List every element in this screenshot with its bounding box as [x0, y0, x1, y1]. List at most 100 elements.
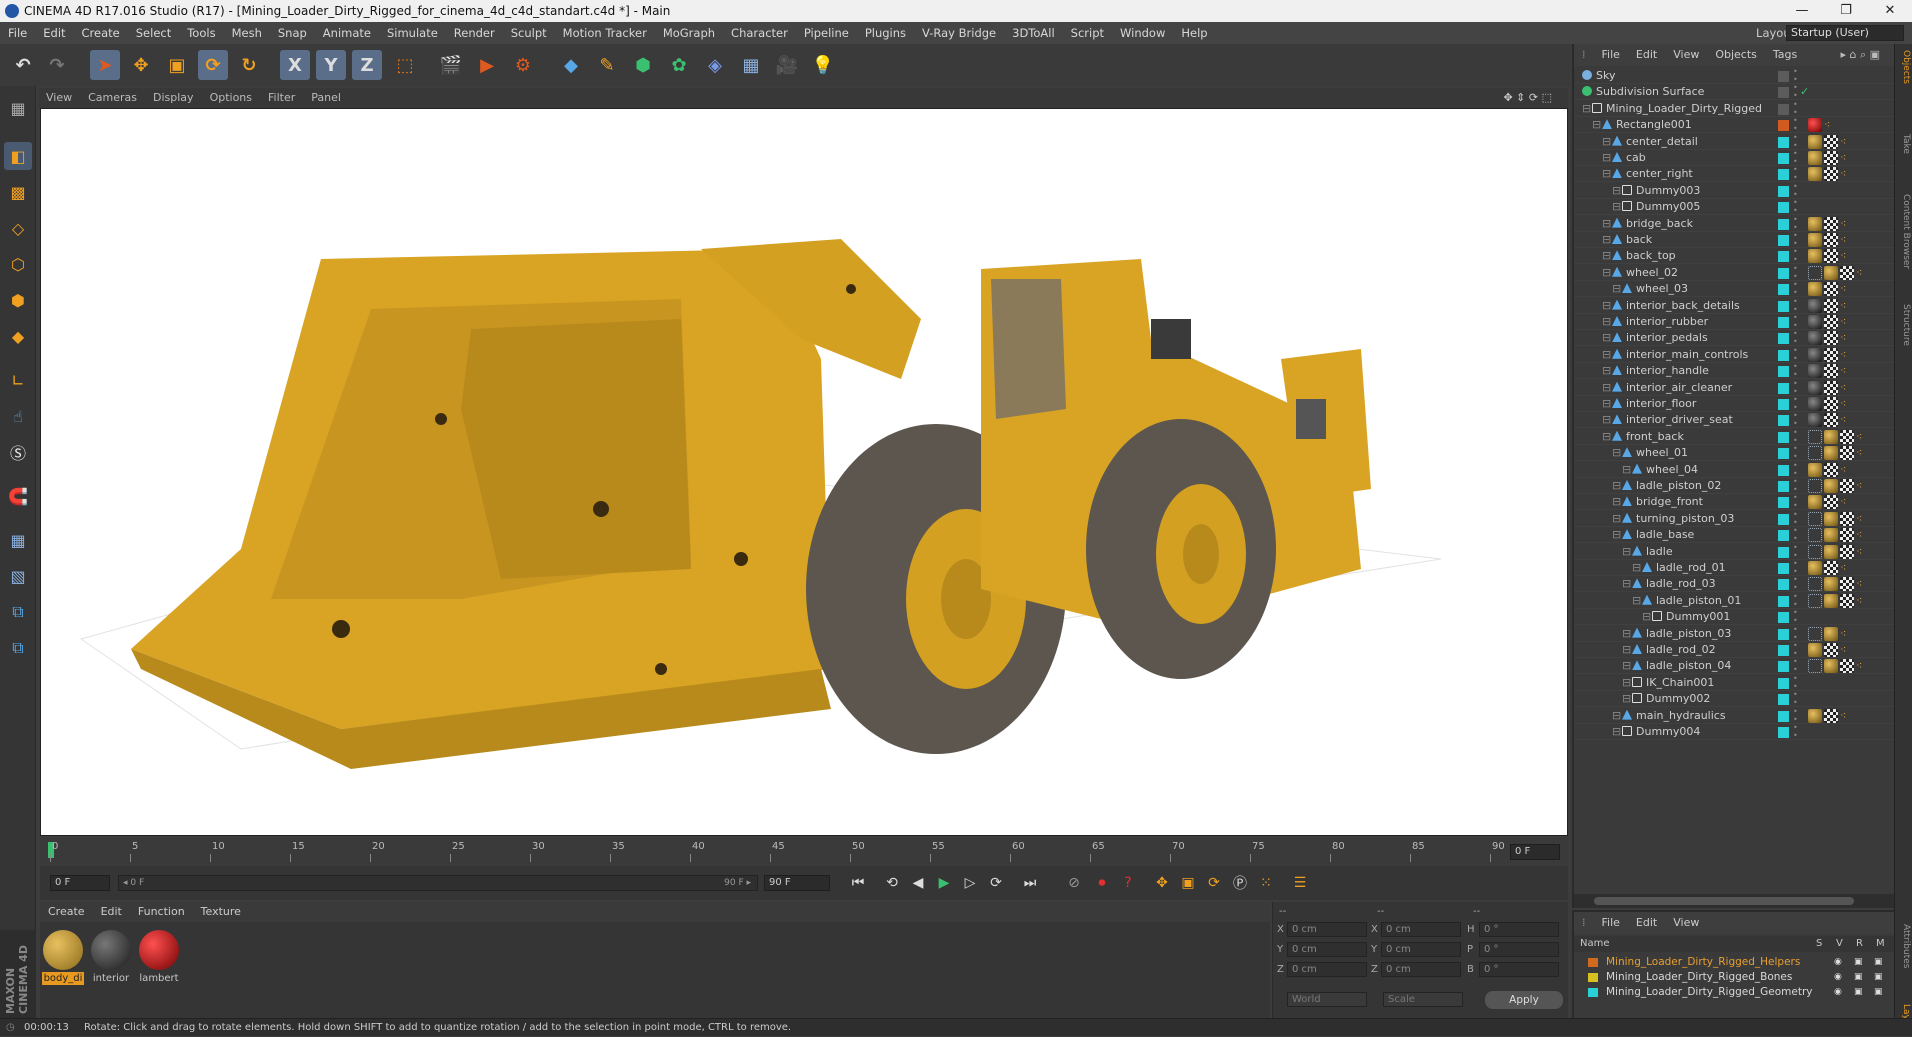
- visibility-dots-icon[interactable]: • •: [1793, 68, 1798, 84]
- material-tag-icon[interactable]: [1808, 118, 1822, 133]
- object-row[interactable]: ⊟ ladle_base • • ⁖: [1574, 527, 1896, 544]
- menu-mograph[interactable]: MoGraph: [655, 22, 723, 44]
- viewport-menu-cameras[interactable]: Cameras: [80, 88, 145, 108]
- layer-color-swatch[interactable]: [1588, 988, 1598, 997]
- visibility-dots-icon[interactable]: • •: [1793, 150, 1798, 166]
- uvw-tag-icon[interactable]: [1840, 446, 1854, 461]
- menu-vray-bridge[interactable]: V-Ray Bridge: [914, 22, 1004, 44]
- protection-tag-icon[interactable]: ⁖: [1840, 463, 1854, 477]
- protection-tag-icon[interactable]: ⁖: [1856, 659, 1870, 673]
- visibility-dots-icon[interactable]: • •: [1793, 314, 1798, 330]
- layer-color-swatch[interactable]: [1778, 595, 1789, 607]
- uvw-tag-icon[interactable]: [1824, 134, 1838, 149]
- protection-tag-icon[interactable]: ⁖: [1840, 135, 1854, 149]
- tree-toggle-icon[interactable]: ⊟: [1622, 658, 1631, 674]
- visibility-dots-icon[interactable]: • •: [1793, 100, 1798, 117]
- tree-toggle-icon[interactable]: ⊟: [1612, 199, 1621, 215]
- size-mode-dropdown[interactable]: Scale: [1383, 992, 1463, 1007]
- visibility-dots-icon[interactable]: • •: [1793, 724, 1798, 740]
- material-tag-icon[interactable]: [1808, 380, 1822, 395]
- material-tag-icon[interactable]: [1808, 331, 1822, 346]
- uvw-tag-icon[interactable]: [1824, 380, 1838, 395]
- layer-color-swatch[interactable]: [1778, 284, 1789, 296]
- visibility-dots-icon[interactable]: • •: [1793, 428, 1798, 445]
- rotation-b-field[interactable]: 0 °: [1479, 962, 1559, 977]
- visibility-dots-icon[interactable]: • •: [1793, 232, 1798, 248]
- maximize-button[interactable]: ❐: [1824, 0, 1868, 22]
- object-row[interactable]: ⊟ center_right • • ⁖: [1574, 166, 1896, 183]
- visibility-dots-icon[interactable]: • •: [1793, 215, 1798, 232]
- position-z-field[interactable]: 0 cm: [1287, 962, 1367, 977]
- make-editable-icon[interactable]: ▦: [4, 94, 32, 122]
- material-tag-icon[interactable]: [1808, 413, 1822, 428]
- menu-create[interactable]: Create: [74, 22, 128, 44]
- object-row[interactable]: ⊟ cab • • ⁖: [1574, 150, 1896, 166]
- obj-menu-file[interactable]: File: [1594, 44, 1628, 66]
- tree-toggle-icon[interactable]: ⊟: [1602, 134, 1611, 150]
- layer-color-swatch[interactable]: [1778, 153, 1789, 164]
- object-row[interactable]: ⊟ Dummy002 • •: [1574, 691, 1896, 708]
- layer-color-swatch[interactable]: [1778, 366, 1789, 378]
- tree-toggle-icon[interactable]: ⊟: [1612, 445, 1621, 461]
- key-rotation-icon[interactable]: ⟳: [1202, 872, 1226, 894]
- visibility-dots-icon[interactable]: • •: [1793, 363, 1798, 379]
- uvw-tag-icon[interactable]: [1824, 462, 1838, 477]
- tree-toggle-icon[interactable]: ⊟: [1602, 265, 1611, 281]
- close-button[interactable]: ✕: [1868, 0, 1912, 22]
- workplane-mode-icon[interactable]: ◇: [4, 214, 32, 242]
- object-row[interactable]: ⊟ ladle_rod_01 • • ⁖: [1574, 560, 1896, 576]
- material-tag-icon[interactable]: [1824, 511, 1838, 526]
- tree-toggle-icon[interactable]: ⊟: [1602, 248, 1611, 264]
- scrollbar-thumb[interactable]: [1594, 897, 1854, 905]
- layer-color-swatch[interactable]: [1778, 120, 1789, 132]
- layer-render-icon[interactable]: ▣: [1854, 969, 1863, 985]
- visibility-dots-icon[interactable]: • •: [1793, 691, 1798, 707]
- material-tag-icon[interactable]: [1808, 397, 1822, 411]
- layer-color-swatch[interactable]: [1778, 563, 1789, 574]
- material-tag-icon[interactable]: [1808, 134, 1822, 149]
- material-menu-edit[interactable]: Edit: [93, 902, 130, 922]
- layer-manager-icon[interactable]: ▣: [1874, 954, 1883, 970]
- ik-tag-icon[interactable]: [1808, 446, 1822, 461]
- layout-dropdown[interactable]: Startup (User): [1786, 25, 1904, 41]
- uvw-tag-icon[interactable]: [1840, 577, 1854, 592]
- obj-menu-objects[interactable]: Objects: [1707, 44, 1765, 66]
- visibility-dots-icon[interactable]: • •: [1793, 133, 1798, 150]
- menu-motion-tracker[interactable]: Motion Tracker: [555, 22, 655, 44]
- layer-color-swatch[interactable]: [1778, 349, 1789, 361]
- tree-toggle-icon[interactable]: ⊟: [1622, 642, 1631, 658]
- ik-tag-icon[interactable]: [1808, 511, 1822, 526]
- material-tag-icon[interactable]: [1808, 233, 1822, 247]
- object-row[interactable]: ⊟ ladle_piston_03 • • ⁖: [1574, 625, 1896, 642]
- coord-system-dropdown[interactable]: World: [1287, 992, 1367, 1007]
- visibility-dots-icon[interactable]: • •: [1793, 182, 1798, 199]
- layer-visible-icon[interactable]: ◉: [1834, 954, 1842, 970]
- protection-tag-icon[interactable]: ⁖: [1856, 594, 1870, 608]
- recent-tool-icon[interactable]: ↻: [234, 50, 264, 80]
- quantize-icon[interactable]: ▧: [4, 562, 32, 590]
- tree-toggle-icon[interactable]: ⊟: [1612, 724, 1621, 740]
- x-axis-lock-button[interactable]: X: [280, 50, 310, 80]
- play-icon[interactable]: ▶: [932, 872, 956, 894]
- visibility-dots-icon[interactable]: • •: [1793, 609, 1798, 625]
- obj-menu-edit[interactable]: Edit: [1628, 44, 1665, 66]
- object-row[interactable]: ⊟ interior_air_cleaner • • ⁖: [1574, 379, 1896, 396]
- obj-menu-tags[interactable]: Tags: [1765, 44, 1805, 66]
- menu-render[interactable]: Render: [446, 22, 503, 44]
- material-tag-icon[interactable]: [1808, 151, 1822, 165]
- ik-tag-icon[interactable]: [1808, 265, 1822, 280]
- tree-toggle-icon[interactable]: ⊟: [1622, 691, 1631, 707]
- visibility-dots-icon[interactable]: • •: [1793, 478, 1798, 494]
- key-scale-icon[interactable]: ▣: [1176, 872, 1200, 894]
- protection-tag-icon[interactable]: ⁖: [1840, 397, 1854, 411]
- object-row[interactable]: ⊟ wheel_02 • • ⁖: [1574, 264, 1896, 281]
- layer-visible-icon[interactable]: ◉: [1834, 984, 1842, 1000]
- object-row[interactable]: ⊟ Dummy005 • •: [1574, 199, 1896, 216]
- tree-toggle-icon[interactable]: ⊟: [1602, 330, 1611, 346]
- tweak-mode-icon[interactable]: ☝: [4, 402, 32, 430]
- tree-toggle-icon[interactable]: ⊟: [1622, 544, 1631, 560]
- menu-window[interactable]: Window: [1112, 22, 1173, 44]
- snap-icon[interactable]: Ⓢ: [4, 438, 32, 466]
- object-row[interactable]: ⊟ Rectangle001 • • ⁖: [1574, 117, 1896, 134]
- visibility-dots-icon[interactable]: • •: [1793, 264, 1798, 281]
